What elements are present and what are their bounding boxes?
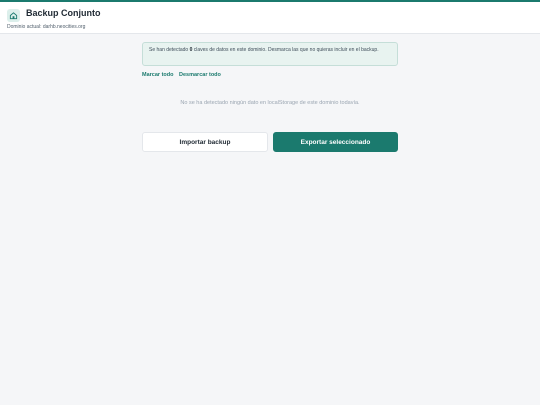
export-selected-button[interactable]: Exportar seleccionado xyxy=(273,132,398,152)
notice-prefix: Se han detectado xyxy=(149,47,190,53)
select-all-link[interactable]: Marcar todo xyxy=(142,72,173,78)
selection-links: Marcar todo Desmarcar todo xyxy=(142,72,225,78)
empty-state-message: No se ha detectado ningún dato en localS… xyxy=(180,100,360,106)
current-domain: Dominio actual: darhb.neocities.org xyxy=(7,24,86,30)
import-backup-button[interactable]: Importar backup xyxy=(142,132,268,152)
detected-keys-notice: Se han detectado 0 claves de datos en es… xyxy=(142,42,398,66)
page-title: Backup Conjunto xyxy=(26,8,101,18)
deselect-all-link[interactable]: Desmarcar todo xyxy=(179,72,221,78)
app-header: Backup Conjunto Dominio actual: darhb.ne… xyxy=(0,2,540,34)
notice-suffix: claves de datos en este dominio. Desmarc… xyxy=(192,47,379,53)
home-icon xyxy=(7,9,20,22)
